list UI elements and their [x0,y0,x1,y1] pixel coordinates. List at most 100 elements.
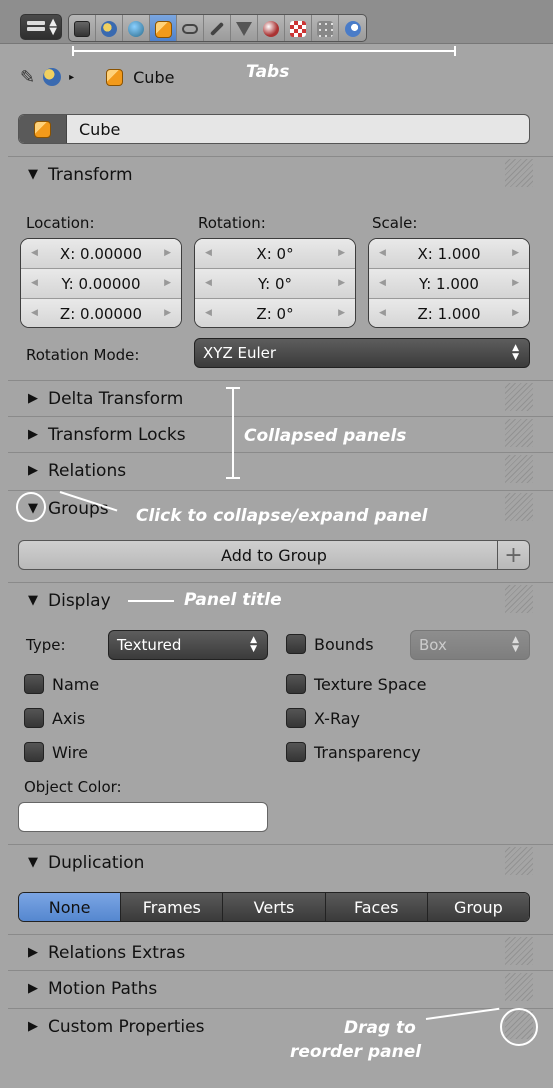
transparency-checkbox[interactable]: Transparency [286,742,421,762]
scale-y-field[interactable]: ◀ Y: 1.000 ▶ [369,269,529,299]
tab-data[interactable] [231,15,258,41]
axis-checkbox[interactable]: Axis [24,708,85,728]
collapsed-panels-annotation: Collapsed panels [244,426,407,446]
panel-relations-header[interactable]: ▶ Relations [8,452,553,488]
expanded-triangle-icon: ▼ [28,593,38,608]
rotation-y-field[interactable]: ◀ Y: 0° ▶ [195,269,355,299]
bounds-checkbox[interactable]: Bounds [286,634,374,654]
duplication-faces-button[interactable]: Faces [325,893,428,921]
panel-motion-paths-header[interactable]: ▶ Motion Paths [8,970,553,1006]
collapsed-triangle-icon: ▶ [28,427,38,442]
drag-grip-icon[interactable] [505,973,533,1001]
drag-grip-icon[interactable] [505,937,533,965]
xray-checkbox[interactable]: X-Ray [286,708,360,728]
context-tabs [68,14,367,42]
drag-grip-icon[interactable] [505,585,533,613]
wire-checkbox[interactable]: Wire [24,742,88,762]
checkbox-icon [24,674,44,694]
panel-transform-locks-title: Transform Locks [48,424,186,445]
tab-particles[interactable] [312,15,339,41]
tab-physics[interactable] [339,15,366,41]
name-checkbox[interactable]: Name [24,674,99,694]
pin-icon[interactable]: ✎ [20,67,35,88]
updown-arrow-icon: ▲ ▼ [512,635,519,654]
tab-modifiers[interactable] [204,15,231,41]
object-name-field[interactable]: Cube [18,114,530,144]
panel-groups-title: Groups [48,498,109,519]
duplication-mode-selector: None Frames Verts Faces Group [18,892,530,922]
panel-delta-transform-header[interactable]: ▶ Delta Transform [8,380,553,416]
duplication-none-button[interactable]: None [19,893,122,921]
physics-icon [344,21,361,37]
panel-relations-extras-header[interactable]: ▶ Relations Extras [8,934,553,970]
drag-grip-icon[interactable] [505,383,533,411]
drag-grip-icon[interactable] [505,455,533,483]
panel-duplication-header[interactable]: ▼ Duplication [8,844,553,880]
collapse-annotation: Click to collapse/expand panel [136,506,428,526]
tab-object[interactable] [150,15,177,41]
panel-transform-header[interactable]: ▼ Transform [8,156,553,192]
scale-fields: ◀ X: 1.000 ▶ ◀ Y: 1.000 ▶ ◀ Z: 1.000 ▶ [368,238,530,328]
expanded-triangle-icon: ▼ [28,855,38,870]
drag-grip-icon[interactable] [505,159,533,187]
rotation-mode-dropdown[interactable]: XYZ Euler ▲ ▼ [194,338,530,368]
scale-x-field[interactable]: ◀ X: 1.000 ▶ [369,239,529,269]
add-to-group-button[interactable]: Add to Group + [18,540,530,570]
texture-space-checkbox[interactable]: Texture Space [286,674,426,694]
wrench-icon [209,21,225,37]
collapsed-triangle-icon: ▶ [28,1019,38,1034]
location-y-field[interactable]: ◀ Y: 0.00000 ▶ [21,269,181,299]
breadcrumb-separator-icon: ▸ [69,71,75,83]
panel-title-annotation: Panel title [184,590,282,610]
collapsed-annotation-cap-bottom [226,477,240,479]
breadcrumb-object: Cube [133,67,175,87]
drag-annotation-line-2: reorder panel [290,1042,422,1062]
object-color-field[interactable] [18,802,268,832]
collapsed-triangle-icon: ▶ [28,981,38,996]
tab-texture[interactable] [285,15,312,41]
panel-custom-properties-title: Custom Properties [48,1016,205,1037]
scale-label: Scale: [372,214,418,232]
location-x-field[interactable]: ◀ X: 0.00000 ▶ [21,239,181,269]
rotation-fields: ◀ X: 0° ▶ ◀ Y: 0° ▶ ◀ Z: 0° ▶ [194,238,356,328]
rotation-mode-label: Rotation Mode: [26,346,140,364]
updown-arrow-icon: ▲ ▼ [49,17,57,37]
bounds-type-dropdown[interactable]: Box ▲ ▼ [410,630,530,660]
panel-duplication-title: Duplication [48,852,145,873]
properties-header: ▲ ▼ [0,0,553,44]
tab-material[interactable] [258,15,285,41]
duplication-group-button[interactable]: Group [427,893,529,921]
panel-title-annotation-line [128,600,174,602]
tab-scene[interactable] [96,15,123,41]
texture-icon [290,21,306,37]
display-type-dropdown[interactable]: Textured ▲ ▼ [108,630,268,660]
tab-render[interactable] [69,15,96,41]
duplication-frames-button[interactable]: Frames [121,893,224,921]
checkbox-icon [286,708,306,728]
drag-grip-icon[interactable] [505,493,533,521]
editor-type-menu[interactable]: ▲ ▼ [20,14,62,40]
rotation-x-field[interactable]: ◀ X: 0° ▶ [195,239,355,269]
scale-z-field[interactable]: ◀ Z: 1.000 ▶ [369,299,529,327]
drag-grip-highlight [500,1008,538,1046]
render-icon [74,21,90,37]
location-z-field[interactable]: ◀ Z: 0.00000 ▶ [21,299,181,327]
object-type-icon [19,115,67,143]
tab-world[interactable] [123,15,150,41]
tabs-annotation-bracket [72,46,456,56]
plus-icon[interactable]: + [497,541,529,569]
mesh-data-icon [236,22,252,36]
tab-constraints[interactable] [177,15,204,41]
drag-grip-icon[interactable] [505,419,533,447]
duplication-verts-button[interactable]: Verts [223,893,326,921]
object-color-label: Object Color: [24,778,122,796]
checkbox-icon [24,708,44,728]
collapsed-triangle-icon: ▶ [28,463,38,478]
rotation-z-field[interactable]: ◀ Z: 0° ▶ [195,299,355,327]
collapsed-triangle-icon: ▶ [28,391,38,406]
drag-grip-icon[interactable] [505,847,533,875]
tabs-annotation: Tabs [246,62,290,82]
scene-crumb-icon [43,68,62,86]
updown-arrow-icon: ▲ ▼ [250,635,257,654]
material-icon [263,21,279,37]
